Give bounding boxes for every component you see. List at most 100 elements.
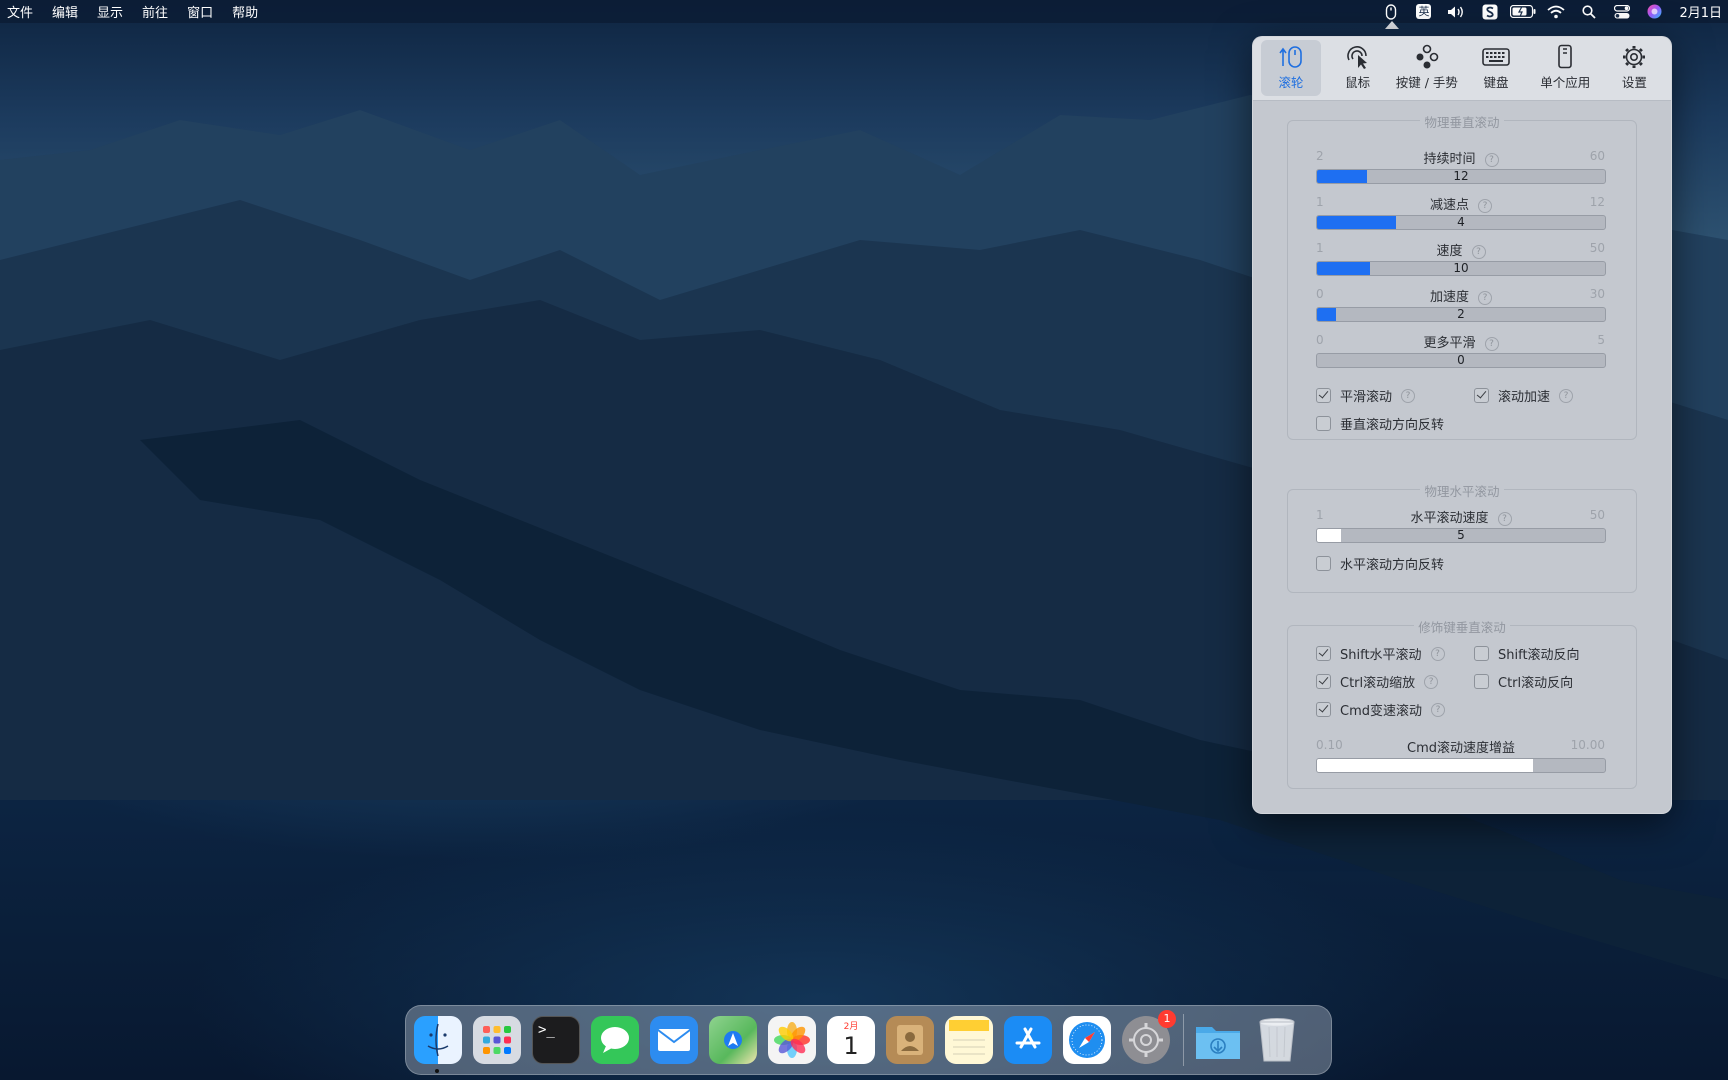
checkbox-scroll-acceleration[interactable]: 滚动加速 ? <box>1474 386 1574 405</box>
checkbox-label: 平滑滚动 <box>1340 390 1393 405</box>
checkbox-box[interactable] <box>1316 556 1331 571</box>
slider-track[interactable] <box>1316 758 1606 773</box>
tab-buttons-gestures[interactable]: 按键 / 手势 <box>1394 40 1459 96</box>
tab-label: 按键 / 手势 <box>1395 75 1458 90</box>
checkbox-box[interactable] <box>1474 674 1489 689</box>
help-icon[interactable]: ? <box>1484 337 1499 351</box>
help-icon[interactable]: ? <box>1471 245 1486 259</box>
dock: >_ 2月 1 1 <box>405 1005 1332 1075</box>
checkbox-reverse-horizontal[interactable]: 水平滚动方向反转 <box>1316 554 1444 573</box>
wifi-icon[interactable] <box>1539 0 1572 23</box>
trash-icon[interactable] <box>1253 1016 1301 1064</box>
help-icon[interactable]: ? <box>1484 153 1499 167</box>
menu-file[interactable]: 文件 <box>4 2 43 21</box>
slider-duration: 2 持续时间? 60 12 <box>1316 148 1606 184</box>
slider-label: 加速度? <box>1316 286 1606 305</box>
messages-icon[interactable] <box>591 1016 639 1064</box>
tab-scroll-wheel[interactable]: 滚轮 <box>1261 40 1321 96</box>
control-center-icon[interactable] <box>1605 0 1638 23</box>
slider-track[interactable]: 0 <box>1316 353 1606 368</box>
checkbox-ctrl-zoom[interactable]: Ctrl滚动缩放 ? <box>1316 672 1439 691</box>
tab-single-app[interactable]: 单个应用 <box>1533 40 1598 96</box>
menu-edit[interactable]: 编辑 <box>49 2 88 21</box>
tab-mouse[interactable]: 鼠标 <box>1325 40 1390 96</box>
scroll-app-icon[interactable] <box>1473 0 1506 23</box>
maps-icon[interactable] <box>709 1016 757 1064</box>
safari-icon[interactable] <box>1063 1016 1111 1064</box>
launchpad-icon[interactable] <box>473 1016 521 1064</box>
checkbox-cmd-variable-speed[interactable]: Cmd变速滚动 ? <box>1316 700 1445 719</box>
checkbox-box[interactable] <box>1474 388 1489 403</box>
terminal-icon[interactable]: >_ <box>532 1016 580 1064</box>
slider-max: 50 <box>1589 508 1605 522</box>
help-icon[interactable]: ? <box>1559 388 1574 403</box>
slider-fill <box>1317 759 1533 772</box>
checkbox-box[interactable] <box>1316 646 1331 661</box>
tab-settings[interactable]: 设置 <box>1602 40 1667 96</box>
checkbox-label: Shift滚动反向 <box>1498 648 1580 663</box>
contacts-icon[interactable] <box>886 1016 934 1064</box>
input-source-label: 英 <box>1416 4 1432 19</box>
finder-icon[interactable] <box>414 1016 462 1064</box>
slider-track[interactable]: 4 <box>1316 215 1606 230</box>
slider-track[interactable]: 12 <box>1316 169 1606 184</box>
notification-badge: 1 <box>1158 1010 1176 1028</box>
checkbox-box[interactable] <box>1316 674 1331 689</box>
slider-max: 12 <box>1589 195 1605 209</box>
checkbox-box[interactable] <box>1316 388 1331 403</box>
notes-icon[interactable] <box>945 1016 993 1064</box>
checkbox-shift-reverse[interactable]: Shift滚动反向 <box>1474 644 1580 663</box>
menu-window[interactable]: 窗口 <box>184 2 223 21</box>
slider-value: 4 <box>1457 215 1465 229</box>
slider-deceleration-point: 1 减速点? 12 4 <box>1316 195 1606 230</box>
siri-icon[interactable] <box>1638 0 1671 23</box>
calendar-icon[interactable]: 2月 1 <box>827 1016 875 1064</box>
menu-clock[interactable]: 2月1日 <box>1671 2 1728 21</box>
menu-bar: 文件 编辑 显示 前往 窗口 帮助 英 2月1日 <box>0 0 1728 29</box>
help-icon[interactable]: ? <box>1430 646 1445 661</box>
checkbox-box[interactable] <box>1316 702 1331 717</box>
help-icon[interactable]: ? <box>1424 674 1439 689</box>
group-title: 物理垂直滚动 <box>1288 112 1636 131</box>
tab-keyboard[interactable]: 键盘 <box>1463 40 1528 96</box>
help-icon[interactable]: ? <box>1478 199 1492 213</box>
photos-icon[interactable] <box>768 1016 816 1064</box>
volume-icon[interactable] <box>1440 0 1473 23</box>
search-icon[interactable] <box>1572 0 1605 23</box>
slider-more-smoothing: 0 更多平滑? 5 0 <box>1316 332 1606 368</box>
slider-max: 5 <box>1597 333 1605 347</box>
checkbox-ctrl-reverse[interactable]: Ctrl滚动反向 <box>1474 672 1573 691</box>
slider-track[interactable]: 10 <box>1316 261 1606 276</box>
input-source-icon[interactable]: 英 <box>1407 0 1440 23</box>
help-icon[interactable]: ? <box>1401 388 1416 403</box>
slider-track[interactable]: 2 <box>1316 307 1606 322</box>
mail-icon[interactable] <box>650 1016 698 1064</box>
checkbox-reverse-vertical[interactable]: 垂直滚动方向反转 <box>1316 414 1444 433</box>
help-icon[interactable]: ? <box>1431 702 1445 717</box>
slider-label: 持续时间? <box>1316 148 1606 167</box>
modifier-scroll-group: 修饰键垂直滚动 Shift水平滚动 ? Shift滚动反向 Ctrl滚动缩放 ?… <box>1287 620 1637 789</box>
slider-track[interactable]: 5 <box>1316 528 1606 543</box>
checkbox-box[interactable] <box>1316 416 1331 431</box>
checkbox-label: Ctrl滚动缩放 <box>1340 676 1416 691</box>
status-area: 英 2月1日 <box>1374 0 1728 29</box>
menu-help[interactable]: 帮助 <box>229 2 268 21</box>
checkbox-box[interactable] <box>1474 646 1489 661</box>
battery-icon[interactable] <box>1506 0 1539 23</box>
help-icon[interactable]: ? <box>1497 512 1512 526</box>
buttons-gesture-icon <box>1416 44 1439 69</box>
help-icon[interactable]: ? <box>1478 291 1492 305</box>
group-title: 物理水平滚动 <box>1288 481 1636 500</box>
checkbox-shift-horizontal[interactable]: Shift水平滚动 ? <box>1316 644 1445 663</box>
checkbox-smooth-scroll[interactable]: 平滑滚动 ? <box>1316 386 1416 405</box>
menu-go[interactable]: 前往 <box>139 2 178 21</box>
system-preferences-icon[interactable]: 1 <box>1122 1010 1176 1064</box>
menu-view[interactable]: 显示 <box>94 2 133 21</box>
slider-speed: 1 速度? 50 10 <box>1316 241 1606 276</box>
mouse-icon[interactable] <box>1374 0 1407 29</box>
terminal-prompt: >_ <box>538 1022 555 1038</box>
downloads-folder-icon[interactable] <box>1194 1016 1242 1064</box>
app-store-icon[interactable] <box>1004 1016 1052 1064</box>
slider-label: 更多平滑? <box>1316 332 1606 351</box>
tab-label: 单个应用 <box>1540 75 1591 90</box>
